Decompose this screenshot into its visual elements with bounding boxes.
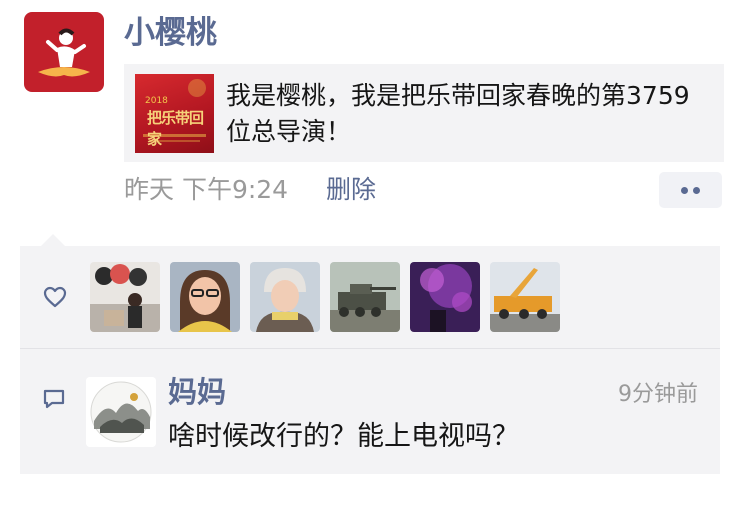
- delete-post-link[interactable]: 删除: [326, 172, 376, 208]
- more-dot-icon: [681, 187, 688, 194]
- post-timestamp: 昨天 下午9:24: [124, 175, 289, 204]
- liker-avatar-1[interactable]: [90, 262, 160, 332]
- comment-text[interactable]: 啥时候改行的？能上电视吗？: [168, 418, 519, 456]
- comment-bubble-icon: [43, 389, 65, 409]
- shared-link-card[interactable]: 2018 把乐带回家 我是樱桃，我是把乐带回家春晚的第3759位总导演！: [124, 64, 724, 162]
- liker-avatar-2[interactable]: [170, 262, 240, 332]
- liker-avatar-3[interactable]: [250, 262, 320, 332]
- poster-year: 2018: [145, 96, 168, 106]
- poster-title: 把乐带回家: [147, 109, 204, 148]
- landscape-painting-icon: [86, 377, 156, 447]
- shared-link-thumbnail: 2018 把乐带回家: [135, 74, 214, 153]
- commenter-name[interactable]: 妈妈: [168, 374, 226, 410]
- heart-outline-icon: [43, 286, 67, 308]
- more-actions-button[interactable]: [659, 172, 722, 208]
- panel-pointer: [41, 234, 65, 246]
- author-name[interactable]: 小樱桃: [124, 14, 217, 52]
- more-dot-icon: [693, 187, 700, 194]
- commenter-avatar[interactable]: [86, 377, 156, 447]
- shared-link-title: 我是樱桃，我是把乐带回家春晚的第3759位总导演！: [226, 81, 690, 146]
- panel-divider: [20, 348, 720, 349]
- author-avatar[interactable]: [24, 12, 104, 92]
- liker-avatar-4[interactable]: [330, 262, 400, 332]
- girl-logo-icon: [38, 28, 90, 77]
- liker-avatar-5[interactable]: [410, 262, 480, 332]
- liker-avatar-6[interactable]: [490, 262, 560, 332]
- comment-timestamp: 9分钟前: [618, 382, 698, 407]
